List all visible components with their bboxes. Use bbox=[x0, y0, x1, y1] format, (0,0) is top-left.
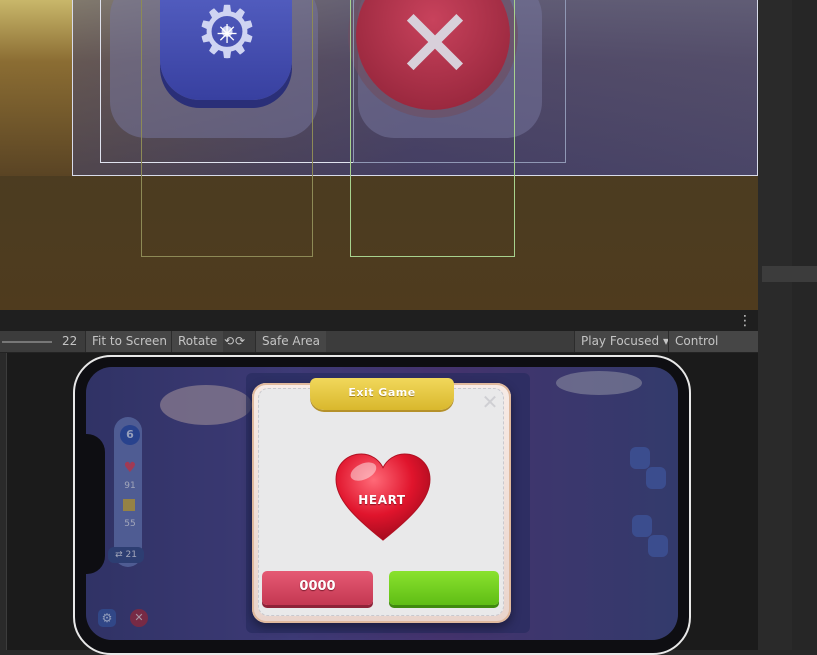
panel-lane bbox=[792, 0, 817, 650]
scale-value: 22 bbox=[62, 334, 78, 348]
play-focused-label: Play Focused bbox=[581, 334, 660, 348]
fit-to-screen-button[interactable]: Fit to Screen bbox=[85, 331, 173, 352]
game-view-toolbar: 22 Fit to Screen Rotate ⟲⟳ Safe Area Pla… bbox=[0, 331, 758, 369]
close-icon[interactable]: ✕ bbox=[480, 392, 500, 412]
dialog-title: Exit Game bbox=[348, 386, 416, 399]
rect-transform-outline bbox=[350, 0, 515, 257]
left-gutter bbox=[0, 353, 7, 650]
scale-slider[interactable] bbox=[2, 341, 52, 343]
more-options-icon[interactable]: ⋮ bbox=[738, 312, 752, 330]
right-panel-strip bbox=[758, 0, 817, 650]
rect-transform-outline bbox=[141, 0, 313, 257]
safe-area-button[interactable]: Safe Area bbox=[255, 331, 327, 352]
scene-view[interactable]: ⚙ ✳ ✕ bbox=[0, 0, 758, 310]
device-notch bbox=[83, 434, 105, 574]
rotate-button[interactable]: Rotate bbox=[171, 331, 224, 352]
panel-divider bbox=[0, 310, 758, 332]
panel-scrollbar[interactable] bbox=[762, 266, 817, 282]
heart-label: HEART bbox=[358, 493, 406, 507]
control-panel-button[interactable]: Control Panel bbox=[668, 331, 758, 369]
coins-button[interactable]: 0000 bbox=[262, 571, 373, 605]
play-focused-dropdown[interactable]: Play Focused ▾ bbox=[574, 331, 675, 352]
rotate-icon[interactable]: ⟲⟳ bbox=[218, 331, 252, 352]
confirm-button[interactable] bbox=[389, 571, 499, 605]
